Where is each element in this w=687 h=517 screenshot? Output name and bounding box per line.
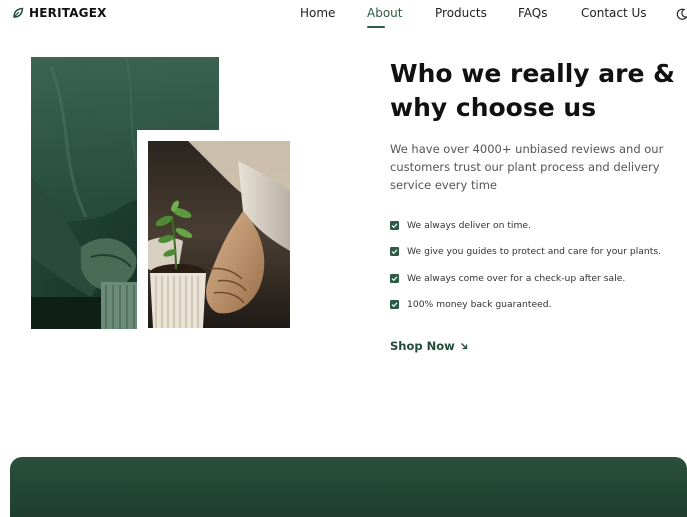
feature-item: We always deliver on time. [390, 212, 687, 239]
checkbox-checked-icon [390, 247, 399, 257]
checkbox-checked-icon [390, 220, 399, 230]
shop-now-link[interactable]: Shop Now [390, 339, 468, 353]
feature-text: We always come over for a check-up after… [407, 272, 626, 284]
feature-item: 100% money back guaranteed. [390, 292, 687, 319]
bottom-banner [10, 457, 687, 517]
nav-home[interactable]: Home [300, 6, 335, 20]
section-title: Who we really are & why choose us [390, 59, 675, 122]
main-nav: Home About Products FAQs Contact Us [0, 6, 687, 32]
arrow-down-right-icon [460, 343, 467, 350]
feature-list: We always deliver on time. We give you g… [390, 212, 687, 318]
feature-text: 100% money back guaranteed. [407, 299, 552, 311]
feature-text: We give you guides to protect and care f… [407, 246, 662, 258]
nav-faqs[interactable]: FAQs [518, 6, 548, 20]
hands-with-seedling-image [148, 141, 290, 328]
section-description: We have over 4000+ unbiased reviews and … [390, 142, 664, 192]
nav-about[interactable]: About [367, 6, 402, 20]
nav-products[interactable]: Products [435, 6, 487, 20]
checkbox-checked-icon [390, 300, 399, 310]
hero-image-front [148, 141, 290, 328]
hero-image-front-frame [137, 130, 299, 335]
shop-now-label: Shop Now [390, 339, 455, 353]
feature-item: We always come over for a check-up after… [390, 265, 687, 292]
active-nav-indicator [367, 26, 385, 28]
moon-icon[interactable] [676, 8, 687, 20]
nav-contact-us[interactable]: Contact Us [581, 6, 647, 20]
checkbox-checked-icon [390, 273, 399, 283]
feature-text: We always deliver on time. [407, 219, 532, 231]
feature-item: We give you guides to protect and care f… [390, 239, 687, 266]
site-header: HERITAGEX Home About Products FAQs Conta… [0, 0, 687, 34]
